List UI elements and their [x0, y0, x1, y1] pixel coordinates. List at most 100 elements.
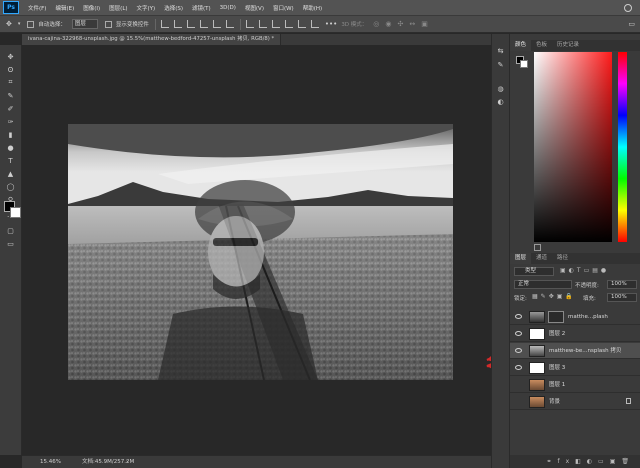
fill-label: 填充:: [583, 296, 596, 302]
align-top-icon[interactable]: [199, 20, 208, 28]
styles-icon[interactable]: ◐: [496, 97, 505, 106]
distribute-right-icon[interactable]: [310, 20, 319, 28]
fill-input[interactable]: 100%: [607, 293, 637, 302]
layer-row[interactable]: 图层 1: [510, 377, 640, 393]
lock-icons[interactable]: ▦✎✥▣🔒: [532, 293, 576, 300]
3d-rotate-icon[interactable]: ◎: [373, 20, 379, 28]
brush-tool-icon[interactable]: ✐: [6, 104, 15, 113]
layer-filter-icons[interactable]: ▣◐T▭▤●: [560, 267, 609, 274]
eye-icon[interactable]: [515, 331, 522, 336]
history-brush-icon[interactable]: ✑: [6, 117, 15, 126]
tab-swatches[interactable]: 色板: [531, 40, 552, 51]
auto-select-dropdown[interactable]: 图层: [71, 19, 98, 29]
blend-mode-dropdown[interactable]: 正常: [514, 280, 572, 289]
layer-name[interactable]: matthew-be...nsplash 拷贝: [549, 343, 621, 359]
align-middle-icon[interactable]: [212, 20, 221, 28]
chevron-down-icon[interactable]: ▾: [18, 21, 21, 27]
tab-color[interactable]: 颜色: [510, 40, 532, 51]
ellipse-tool-icon[interactable]: ◯: [6, 182, 15, 191]
tools-panel: ✥ ʘ ⌗ ✎ ✐ ✑ ▮ ● T ▲ ◯ ⚲ … ▢ ▭: [0, 45, 22, 455]
photoshop-logo: Ps: [3, 1, 19, 14]
layer-name[interactable]: 背景: [549, 394, 560, 410]
opacity-input[interactable]: 100%: [607, 280, 637, 289]
menu-view[interactable]: 视图(V): [245, 4, 264, 12]
move-tool-icon[interactable]: ✥: [6, 52, 15, 61]
show-transform-checkbox[interactable]: [104, 20, 112, 28]
quick-mask-icon[interactable]: ▢: [6, 226, 15, 235]
eyedropper-tool-icon[interactable]: ✎: [6, 91, 15, 100]
lasso-tool-icon[interactable]: ʘ: [6, 65, 15, 74]
document-tab[interactable]: ivana-cajina-322968-unsplash.jpg @ 15.5%…: [22, 34, 282, 45]
tab-history[interactable]: 历史记录: [552, 40, 584, 51]
gradient-tool-icon[interactable]: ▮: [6, 130, 15, 139]
path-selection-icon[interactable]: ▲: [6, 169, 15, 178]
composite-photo[interactable]: [68, 124, 453, 380]
menu-3d[interactable]: 3D(D): [220, 5, 236, 11]
tab-channels[interactable]: 通道: [531, 253, 552, 264]
align-left-icon[interactable]: [160, 20, 169, 28]
layer-name[interactable]: 图层 1: [549, 377, 565, 393]
align-center-icon[interactable]: [173, 20, 182, 28]
history-icon[interactable]: ⇆: [496, 46, 505, 55]
auto-select-label: 自动选择：: [38, 22, 66, 28]
align-bottom-icon[interactable]: [225, 20, 234, 28]
dodge-tool-icon[interactable]: ●: [6, 143, 15, 152]
layer-row[interactable]: 图层 2: [510, 326, 640, 342]
screen-mode-icon[interactable]: ▭: [6, 239, 15, 248]
adjustments-icon[interactable]: ◍: [496, 84, 505, 93]
layer-thumbnail: [529, 345, 545, 357]
menu-help[interactable]: 帮助(H): [303, 4, 322, 12]
menu-edit[interactable]: 编辑(E): [55, 4, 74, 12]
3d-roll-icon[interactable]: ◉: [385, 20, 391, 28]
auto-select-checkbox[interactable]: [27, 20, 35, 28]
out-of-gamut-icon: [534, 244, 541, 251]
layer-row-selected[interactable]: matthew-be...nsplash 拷贝: [510, 343, 640, 359]
background-color-swatch[interactable]: [10, 207, 21, 218]
menu-window[interactable]: 窗口(W): [273, 4, 294, 12]
layer-name[interactable]: matthe...plash: [568, 309, 608, 325]
search-icon[interactable]: [624, 3, 632, 12]
distribute-left-icon[interactable]: [284, 20, 293, 28]
move-tool-icon[interactable]: ✥: [6, 20, 12, 28]
eye-icon[interactable]: [515, 348, 522, 353]
layers-footer-buttons[interactable]: ⚭fx◧◐▭▣🗑: [510, 455, 640, 468]
menu-layer[interactable]: 图层(L): [109, 4, 127, 12]
layer-filter-dropdown[interactable]: 类型: [514, 267, 554, 276]
workspace-icon[interactable]: ▭: [628, 20, 635, 28]
background-color-swatch[interactable]: [520, 60, 528, 68]
layer-name[interactable]: 图层 3: [549, 360, 565, 376]
layer-row[interactable]: 背景: [510, 394, 640, 410]
3d-slide-icon[interactable]: ↔: [409, 20, 415, 28]
distribute-bottom-icon[interactable]: [271, 20, 280, 28]
menu-image[interactable]: 图像(I): [83, 4, 100, 12]
menu-select[interactable]: 选择(S): [164, 4, 183, 12]
distribute-top-icon[interactable]: [245, 20, 254, 28]
tab-layers[interactable]: 图层: [510, 253, 532, 264]
menu-file[interactable]: 文件(F): [28, 4, 46, 12]
distribute-center-icon[interactable]: [297, 20, 306, 28]
layer-mask-thumbnail[interactable]: [548, 311, 564, 323]
color-picker-field[interactable]: [534, 52, 612, 242]
layers-panel: 图层 通道 路径 类型 ▣◐T▭▤● 正常 不透明度: 100% 锁定: ▦✎✥…: [510, 253, 640, 468]
layer-thumbnail: [529, 328, 545, 340]
align-right-icon[interactable]: [186, 20, 195, 28]
menu-type[interactable]: 文字(Y): [137, 4, 156, 12]
layer-name[interactable]: 图层 2: [549, 326, 565, 342]
properties-icon[interactable]: ✎: [496, 60, 505, 69]
hue-slider[interactable]: [618, 52, 627, 242]
type-tool-icon[interactable]: T: [6, 156, 15, 165]
tab-paths[interactable]: 路径: [552, 253, 573, 264]
eye-icon[interactable]: [515, 365, 522, 370]
more-options-icon[interactable]: •••: [325, 20, 337, 28]
canvas-area[interactable]: [22, 45, 511, 455]
3d-drag-icon[interactable]: ✣: [398, 20, 404, 28]
crop-tool-icon[interactable]: ⌗: [6, 78, 15, 87]
menu-filter[interactable]: 滤镜(T): [192, 4, 211, 12]
3d-scale-icon[interactable]: ▣: [421, 20, 428, 28]
chevron-right-icon[interactable]: ›: [126, 456, 128, 468]
layer-row[interactable]: matthe...plash: [510, 309, 640, 325]
eye-icon[interactable]: [515, 314, 522, 319]
distribute-middle-icon[interactable]: [258, 20, 267, 28]
layer-row[interactable]: 图层 3: [510, 360, 640, 376]
zoom-level[interactable]: 15.46%: [40, 456, 61, 468]
